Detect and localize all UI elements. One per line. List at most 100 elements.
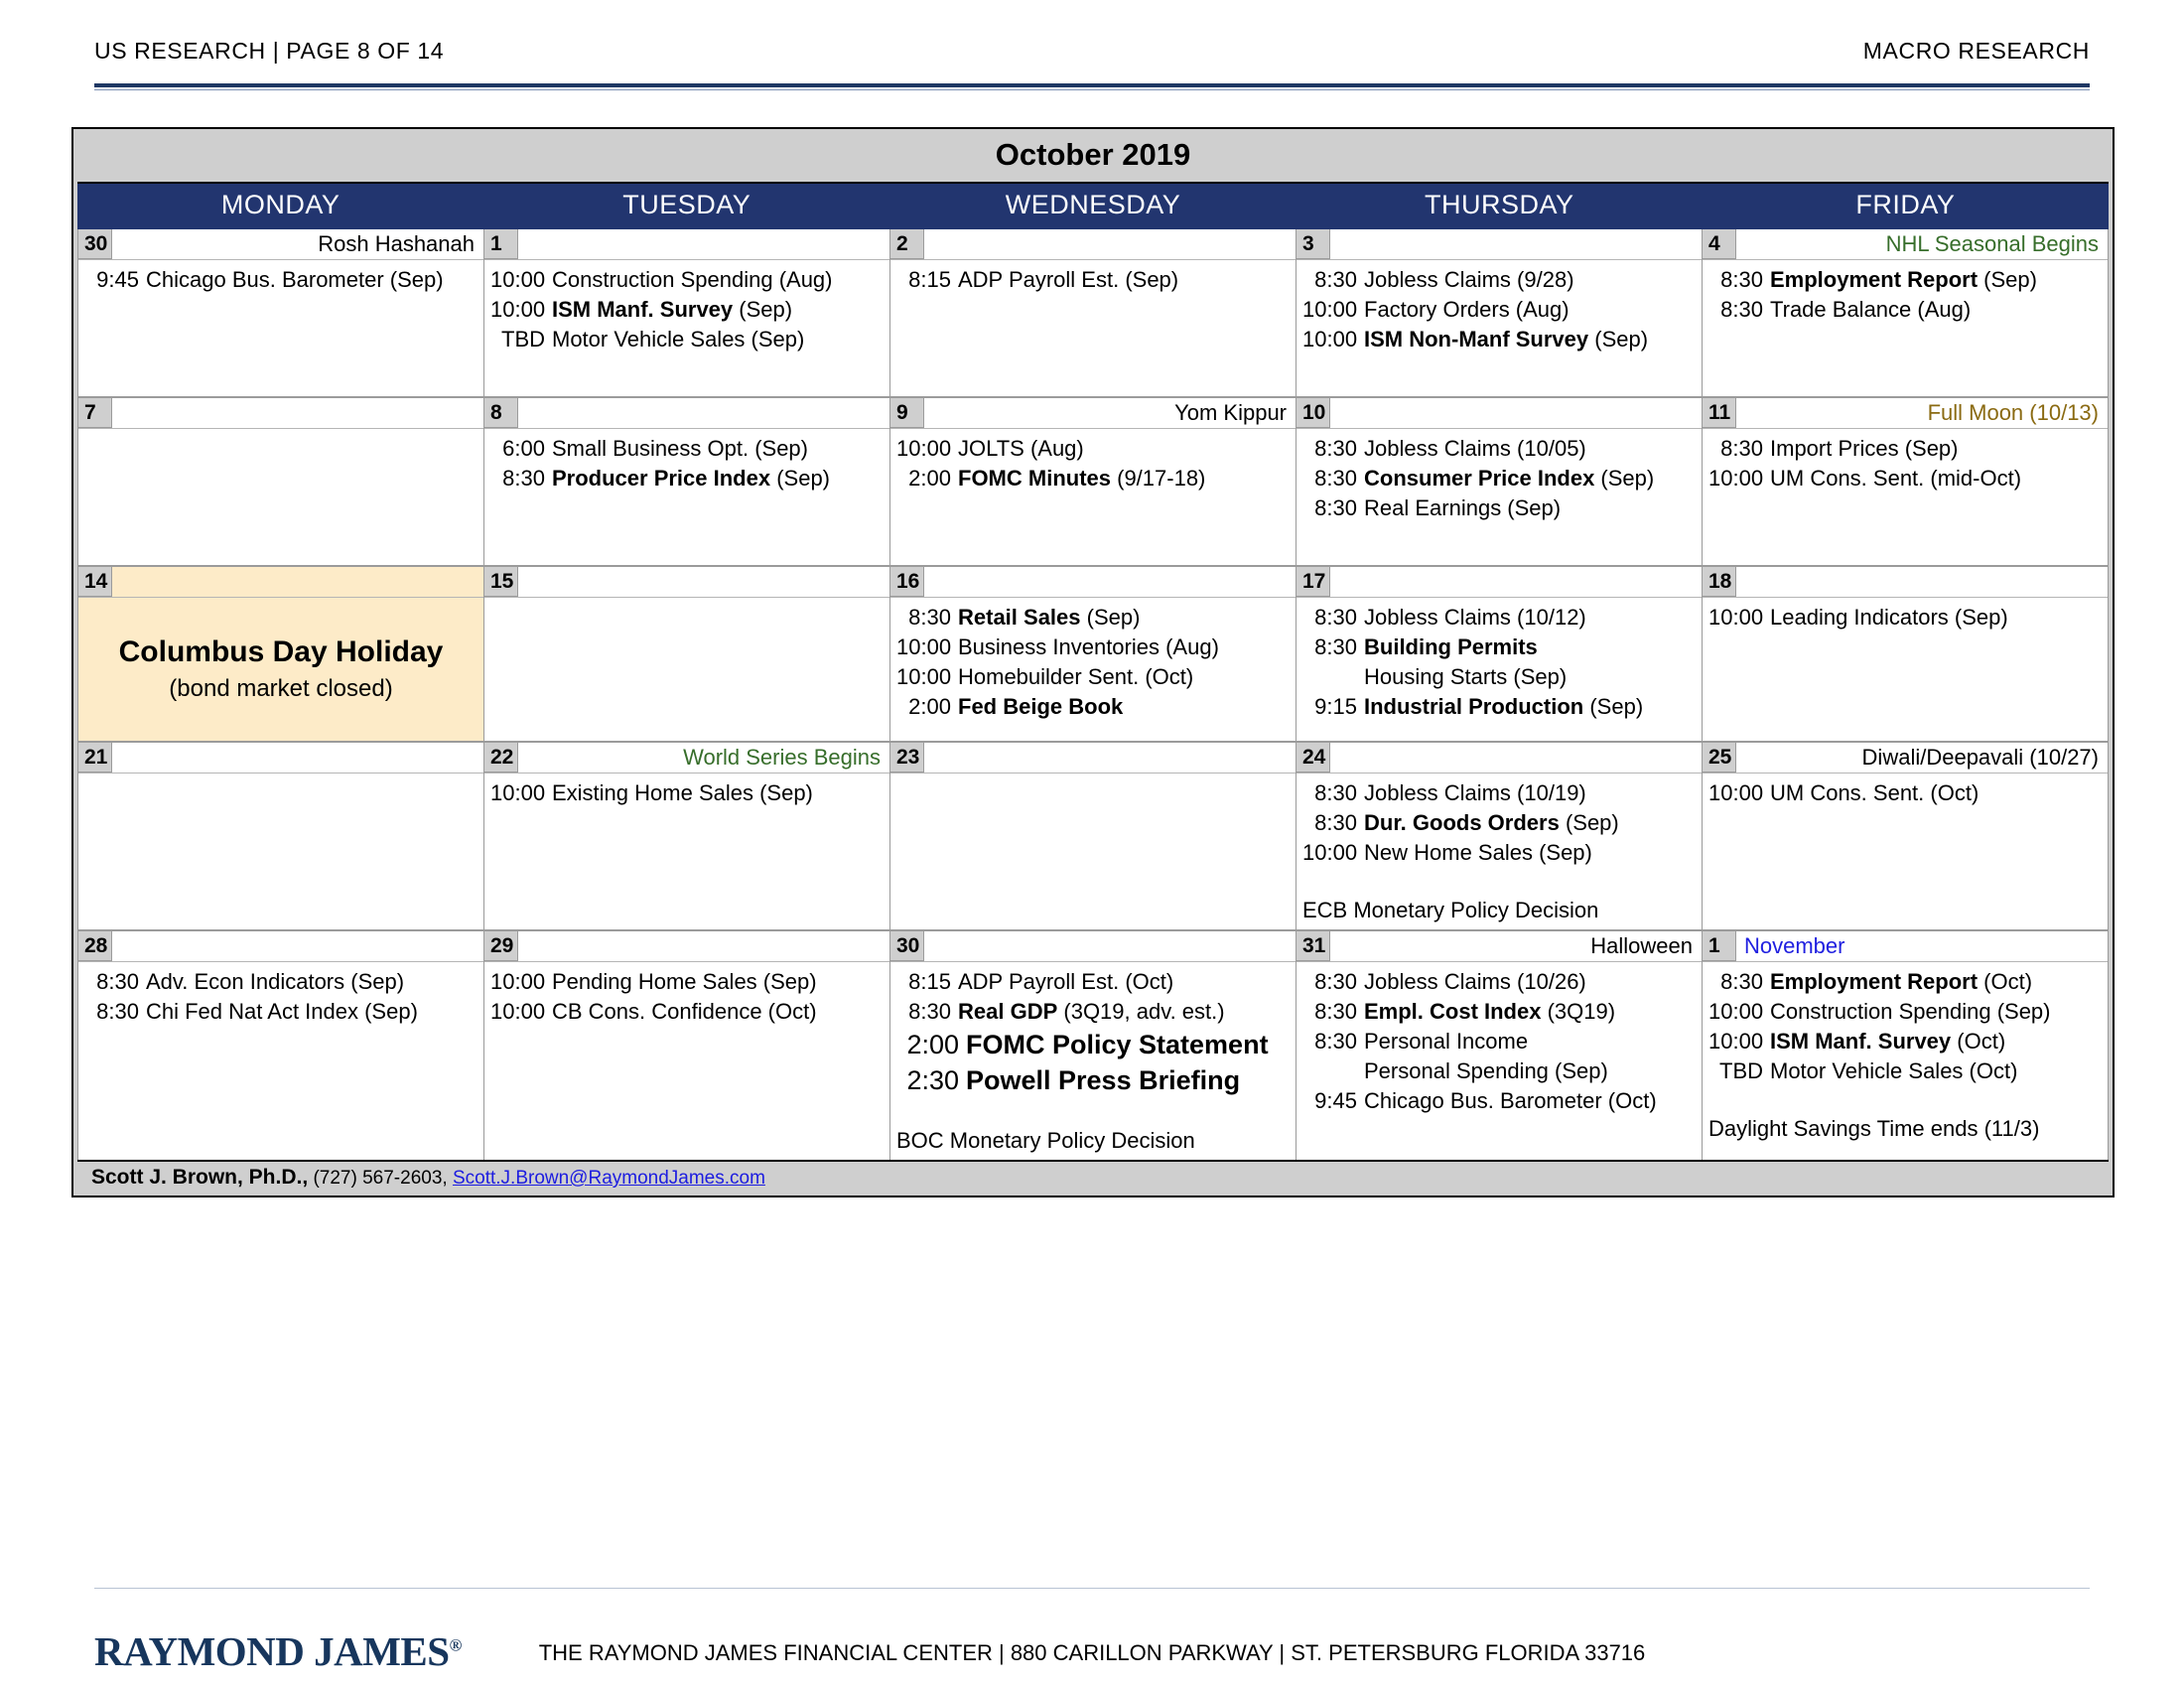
calendar-day-cell[interactable]: 9 Yom Kippur 10:00 JOLTS (Aug) 2:00 FOMC Minu…: [890, 398, 1297, 565]
calendar-event: TBD Motor Vehicle Sales (Sep): [490, 325, 884, 354]
event-name: Chicago Bus. Barometer (Sep): [146, 265, 478, 295]
calendar-day-cell[interactable]: 1 10:00 Construction Spending (Aug) 10:00 IS…: [484, 229, 890, 396]
calendar-day-cell[interactable]: 30 8:15 ADP Payroll Est. (Oct) 8:30 Real GDP…: [890, 931, 1297, 1160]
day-cell-header: 8: [484, 398, 889, 429]
calendar-day-cell[interactable]: 14 Columbus Day Holiday (bond market close…: [78, 567, 484, 741]
day-note-label: [924, 931, 1296, 961]
calendar-day-cell[interactable]: 30 Rosh Hashanah 9:45 Chicago Bus. Baromete…: [78, 229, 484, 396]
day-note-label: [112, 398, 483, 428]
calendar-day-cell[interactable]: 18 10:00 Leading Indicators (Sep): [1703, 567, 2109, 741]
day-cell-body: 10:00 Leading Indicators (Sep): [1703, 598, 2108, 741]
event-name: Personal Spending (Sep): [1364, 1056, 1696, 1086]
event-time: TBD: [501, 327, 545, 352]
calendar-event: 2:00 FOMC Minutes (9/17-18): [896, 464, 1290, 493]
event-period-suffix: (Sep): [770, 466, 831, 491]
event-name: Empl. Cost Index (3Q19): [1364, 997, 1696, 1027]
event-name: ISM Manf. Survey (Oct): [1770, 1027, 2102, 1056]
calendar-event: 8:30 Adv. Econ Indicators (Sep): [84, 967, 478, 997]
calendar-event: 8:30 Jobless Claims (10/26): [1302, 967, 1696, 997]
day-number: 22: [484, 743, 518, 773]
event-time: 10:00: [1708, 780, 1764, 805]
analyst-name: Scott J. Brown, Ph.D.,: [91, 1166, 309, 1189]
day-number: 14: [78, 567, 112, 597]
event-time: 8:30: [1314, 634, 1357, 659]
day-cell-body: 8:30 Jobless Claims (10/19) 8:30 Dur. Goods…: [1297, 774, 1702, 929]
calendar-event: 10:00 JOLTS (Aug): [896, 434, 1290, 464]
event-time: 10:00: [1302, 297, 1358, 322]
event-name-text: New Home Sales (Sep): [1364, 840, 1592, 865]
day-number: 28: [78, 931, 112, 961]
calendar-day-cell[interactable]: 21: [78, 743, 484, 929]
calendar-day-cell[interactable]: 2 8:15 ADP Payroll Est. (Sep): [890, 229, 1297, 396]
event-name-text: Motor Vehicle Sales (Sep): [552, 327, 805, 352]
calendar-week-row: 21 22 World Series Begins 10:00 Existing Hom…: [78, 743, 2109, 931]
day-cell-header: 10: [1297, 398, 1702, 429]
calendar-day-cell[interactable]: 22 World Series Begins 10:00 Existing Home …: [484, 743, 890, 929]
event-time: 9:15: [1314, 694, 1357, 719]
day-number: 8: [484, 398, 518, 428]
calendar-week-row: 28 8:30 Adv. Econ Indicators (Sep) 8:30 Chi …: [78, 931, 2109, 1160]
event-period-suffix: (Sep): [1594, 466, 1655, 491]
footer-divider: [94, 1588, 2090, 1589]
calendar-day-cell[interactable]: 1 November 8:30 Employment Report (Oct) 10:0…: [1703, 931, 2109, 1160]
calendar-day-cell[interactable]: 23: [890, 743, 1297, 929]
event-time: 8:30: [96, 999, 139, 1024]
calendar-event: 8:30 Jobless Claims (10/12): [1302, 603, 1696, 633]
calendar-day-cell[interactable]: 8 6:00 Small Business Opt. (Sep) 8:30 Produc…: [484, 398, 890, 565]
event-name: FOMC Minutes (9/17-18): [958, 464, 1290, 493]
event-name: Employment Report (Sep): [1770, 265, 2102, 295]
day-note-label: [112, 743, 483, 773]
event-name: Construction Spending (Aug): [552, 265, 884, 295]
calendar-day-cell[interactable]: 28 8:30 Adv. Econ Indicators (Sep) 8:30 Chi …: [78, 931, 484, 1160]
event-name-text: Empl. Cost Index: [1364, 999, 1542, 1024]
day-number: 29: [484, 931, 518, 961]
day-note-label: [924, 567, 1296, 597]
day-note-label: Diwali/Deepavali (10/27): [1861, 745, 2099, 770]
day-number: 23: [890, 743, 924, 773]
day-number: 1: [484, 229, 518, 259]
calendar-event: 10:00 UM Cons. Sent. (mid-Oct): [1708, 464, 2102, 493]
calendar-event: TBD Motor Vehicle Sales (Oct): [1708, 1056, 2102, 1086]
event-time: 9:45: [1314, 1088, 1357, 1113]
event-name-text: Consumer Price Index: [1364, 466, 1595, 491]
event-name: Leading Indicators (Sep): [1770, 603, 2102, 633]
event-name-text: Producer Price Index: [552, 466, 771, 491]
event-name-text: CB Cons. Confidence (Oct): [552, 999, 817, 1024]
calendar-week-row: 7 8 6:00 Small Business Opt. (Sep) 8:30 Produ…: [78, 398, 2109, 567]
calendar-event: 8:30 Real Earnings (Sep): [1302, 493, 1696, 523]
event-time: 8:30: [96, 969, 139, 994]
event-spacer: [896, 1098, 1290, 1126]
calendar-event: 2:00 FOMC Policy Statement: [896, 1027, 1290, 1062]
calendar-day-cell[interactable]: 17 8:30 Jobless Claims (10/12) 8:30 Building…: [1297, 567, 1703, 741]
calendar-day-cell[interactable]: 10 8:30 Jobless Claims (10/05) 8:30 Consumer…: [1297, 398, 1703, 565]
event-time: 8:30: [1314, 1029, 1357, 1054]
calendar-day-cell[interactable]: 25 Diwali/Deepavali (10/27) 10:00 UM Cons. …: [1703, 743, 2109, 929]
calendar-day-cell[interactable]: 4 NHL Seasonal Begins 8:30 Employment Repor…: [1703, 229, 2109, 396]
event-name: ADP Payroll Est. (Sep): [958, 265, 1290, 295]
calendar-event: 10:00 Construction Spending (Aug): [490, 265, 884, 295]
day-number: 25: [1703, 743, 1736, 773]
day-cell-body: 8:30 Employment Report (Sep) 8:30 Trade Bal…: [1703, 260, 2108, 396]
calendar-day-cell[interactable]: 11 Full Moon (10/13) 8:30 Import Prices (Se…: [1703, 398, 2109, 565]
event-period-suffix: (9/17-18): [1111, 466, 1206, 491]
calendar-day-cell[interactable]: 3 8:30 Jobless Claims (9/28) 10:00 Factory O…: [1297, 229, 1703, 396]
analyst-email-link[interactable]: Scott.J.Brown@RaymondJames.com: [453, 1168, 765, 1189]
calendar-event: 8:30 Jobless Claims (9/28): [1302, 265, 1696, 295]
calendar-day-cell[interactable]: 15: [484, 567, 890, 741]
day-header-friday: FRIDAY: [1855, 190, 1956, 219]
calendar-day-cell[interactable]: 16 8:30 Retail Sales (Sep) 10:00 Business In…: [890, 567, 1297, 741]
day-number: 24: [1297, 743, 1330, 773]
calendar-event: 10:00 Homebuilder Sent. (Oct): [896, 662, 1290, 692]
event-time: 8:30: [1314, 605, 1357, 630]
calendar-day-cell[interactable]: 24 8:30 Jobless Claims (10/19) 8:30 Dur. Goo…: [1297, 743, 1703, 929]
event-time: 2:00: [908, 466, 951, 491]
calendar-day-cell[interactable]: 31 Halloween 8:30 Jobless Claims (10/26) 8:3…: [1297, 931, 1703, 1160]
calendar-day-cell[interactable]: 7: [78, 398, 484, 565]
calendar-day-cell[interactable]: 29 10:00 Pending Home Sales (Sep) 10:00 CB C…: [484, 931, 890, 1160]
calendar-event: 8:15 ADP Payroll Est. (Oct): [896, 967, 1290, 997]
event-time: 8:30: [1314, 466, 1357, 491]
calendar-title: October 2019: [73, 129, 2113, 182]
header-divider: [94, 83, 2090, 87]
event-period-suffix: (Sep): [1588, 327, 1649, 352]
event-time: 8:30: [908, 605, 951, 630]
